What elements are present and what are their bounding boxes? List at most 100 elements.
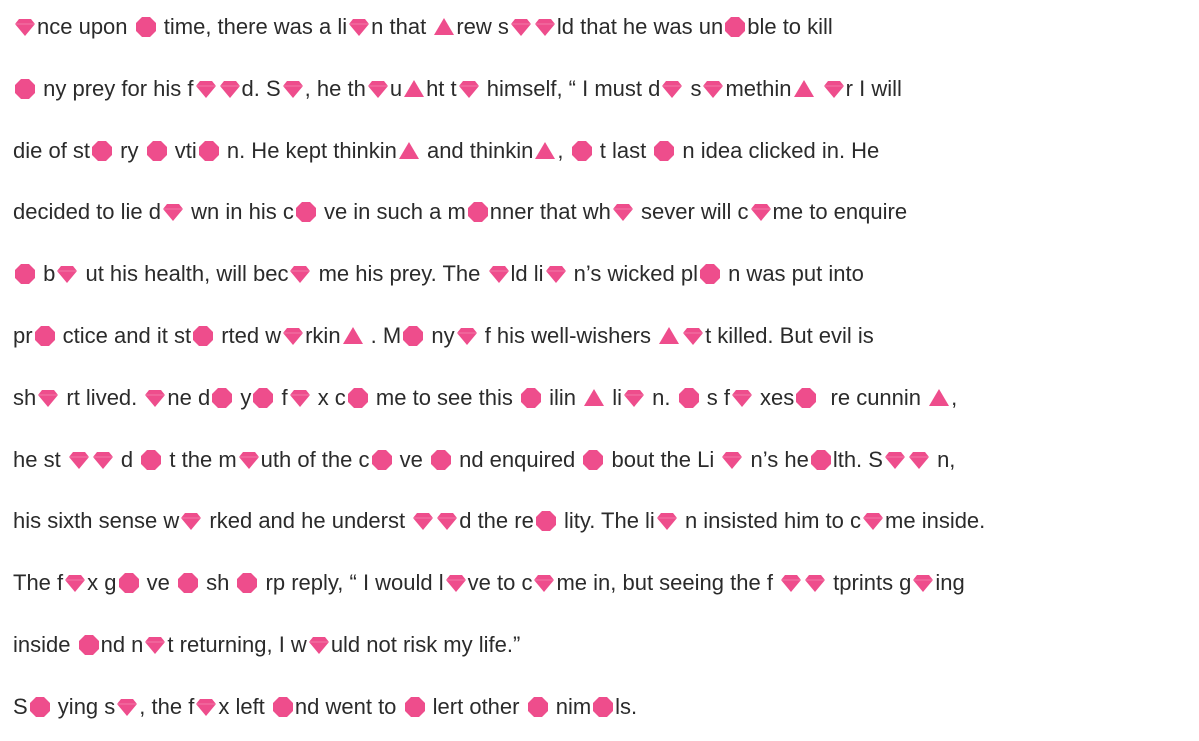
gem-icon	[731, 387, 753, 409]
story-text: t killed. But evil is	[705, 323, 874, 348]
gem-icon	[750, 201, 772, 223]
octagon-icon	[14, 263, 36, 285]
story-line-5: b ut his health, will bec me his prey. T…	[13, 258, 864, 290]
story-text: ble to kill	[747, 14, 833, 39]
story-text: inside	[13, 632, 77, 657]
gem-icon	[144, 387, 166, 409]
story-text: rkin	[305, 323, 341, 348]
octagon-icon	[236, 572, 258, 594]
gem-icon	[37, 387, 59, 409]
gem-icon	[56, 263, 78, 285]
story-text: s f	[700, 385, 730, 410]
gem-icon	[862, 510, 884, 532]
octagon-icon	[520, 387, 542, 409]
story-text: lert other	[426, 694, 526, 719]
gem-icon	[656, 510, 678, 532]
octagon-icon	[724, 16, 746, 38]
gem-icon	[282, 78, 304, 100]
octagon-icon	[795, 387, 817, 409]
octagon-icon	[571, 140, 593, 162]
story-text: rked and he underst	[203, 508, 412, 533]
story-text: rew s	[456, 14, 509, 39]
story-text: ve	[140, 570, 176, 595]
story-text: and thinkin	[420, 138, 534, 163]
story-text: pr	[13, 323, 33, 348]
gem-icon	[661, 78, 683, 100]
story-text: lity. The li	[557, 508, 655, 533]
octagon-icon	[91, 140, 113, 162]
octagon-icon	[252, 387, 274, 409]
octagon-icon	[29, 696, 51, 718]
story-text: n was put into	[721, 261, 864, 286]
story-text: x left	[218, 694, 271, 719]
story-text: n insisted him to c	[678, 508, 862, 533]
gem-icon	[533, 572, 555, 594]
gem-icon	[702, 78, 724, 100]
octagon-icon	[140, 449, 162, 471]
gem-icon	[436, 510, 458, 532]
gem-icon	[116, 696, 138, 718]
story-text: y	[234, 385, 252, 410]
story-text: rted w	[215, 323, 282, 348]
story-text: x c	[311, 385, 346, 410]
story-text: he st	[13, 447, 67, 472]
gem-icon	[219, 78, 241, 100]
octagon-icon	[467, 201, 489, 223]
story-text: me to see this	[369, 385, 519, 410]
story-text: nd went to	[294, 694, 403, 719]
story-text: d the re	[459, 508, 534, 533]
story-text: n.	[646, 385, 677, 410]
story-text: , the f	[139, 694, 195, 719]
story-text: ve	[393, 447, 429, 472]
story-text: , he th	[304, 76, 366, 101]
gem-icon	[721, 449, 743, 471]
octagon-icon	[699, 263, 721, 285]
story-text: nd n	[100, 632, 144, 657]
story-text: rp reply, “ I would l	[259, 570, 444, 595]
gem-icon	[282, 325, 304, 347]
octagon-icon	[272, 696, 294, 718]
story-text: ,	[951, 385, 958, 410]
octagon-icon	[527, 696, 549, 718]
story-text: nd enquired	[452, 447, 582, 472]
gem-icon	[348, 16, 370, 38]
octagon-icon	[198, 140, 220, 162]
story-text: ing	[935, 570, 965, 595]
story-text: me to enquire	[772, 199, 908, 224]
story-text: s	[684, 76, 702, 101]
gem-icon	[682, 325, 704, 347]
story-line-2: ny prey for his f d. S , he th u ht t himsel…	[13, 73, 902, 105]
story-text: The f	[13, 570, 64, 595]
story-text: b	[37, 261, 56, 286]
gem-icon	[488, 263, 510, 285]
story-text: sh	[13, 385, 37, 410]
octagon-icon	[582, 449, 604, 471]
story-text: n idea clicked in. He	[676, 138, 880, 163]
gem-icon	[884, 449, 906, 471]
story-text: ld li	[510, 261, 544, 286]
octagon-icon	[592, 696, 614, 718]
gem-icon	[623, 387, 645, 409]
story-text: ry	[114, 138, 145, 163]
triangle-icon	[398, 140, 420, 162]
story-text: ve in such a m	[317, 199, 466, 224]
octagon-icon	[653, 140, 675, 162]
octagon-icon	[295, 201, 317, 223]
story-text: f	[275, 385, 288, 410]
gem-icon	[823, 78, 845, 100]
story-text: re cunnin	[818, 385, 928, 410]
story-text: himself, “ I must d	[480, 76, 661, 101]
story-text: tprints g	[827, 570, 912, 595]
story-line-6: pr ctice and it st rted w rkin . M ny f h…	[13, 320, 874, 352]
story-text: methin	[725, 76, 792, 101]
story-text: n,	[930, 447, 956, 472]
story-line-9: his sixth sense w rked and he underst d …	[13, 505, 985, 537]
story-line-1: nce upon time, there was a li n that rew …	[13, 11, 833, 43]
octagon-icon	[177, 572, 199, 594]
story-text: t returning, I w	[167, 632, 307, 657]
triangle-icon	[403, 78, 425, 100]
story-text: S	[13, 694, 28, 719]
gem-icon	[804, 572, 826, 594]
story-text: f his well-wishers	[478, 323, 658, 348]
gem-icon	[180, 510, 202, 532]
